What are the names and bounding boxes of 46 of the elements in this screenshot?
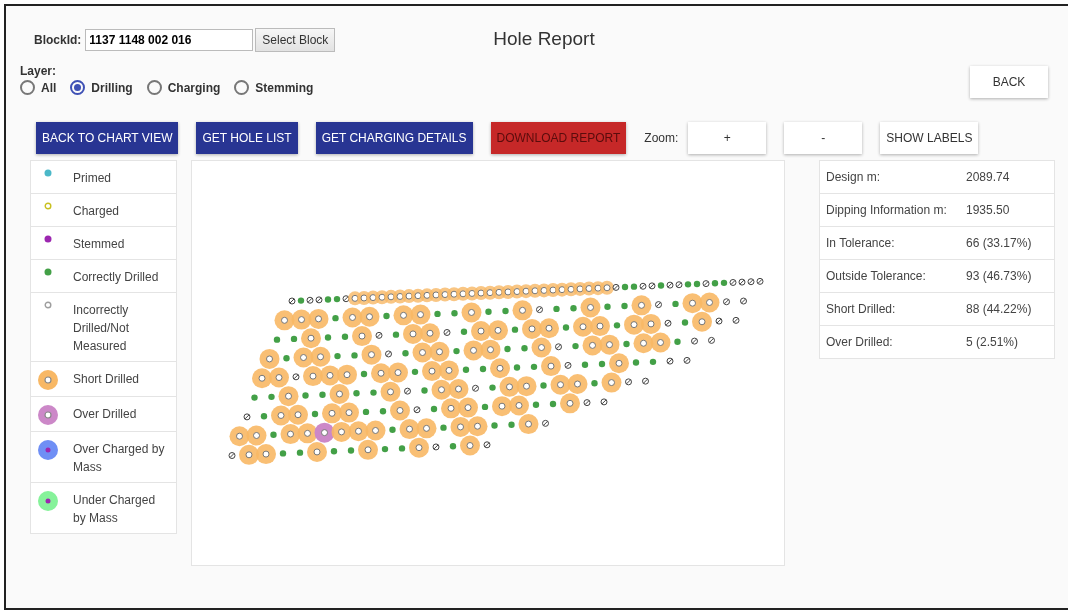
legend-label: Short Drilled [73, 371, 140, 388]
legend-label: Stemmed [73, 236, 125, 253]
radio-icon[interactable] [70, 80, 86, 95]
toolbar-button[interactable]: GET CHARGING DETAILS [315, 122, 473, 154]
radio-icon[interactable] [234, 80, 250, 95]
stat-value: 5 (2.51%) [966, 335, 1020, 349]
stat-label: Dipping Information m: [826, 203, 948, 217]
legend-label: Under Charged by Mass [73, 492, 157, 527]
layer-radio[interactable]: Charging [146, 80, 221, 95]
toolbar-button[interactable]: BACK TO CHART VIEW [36, 122, 179, 154]
stat-label: In Tolerance: [826, 236, 896, 250]
stat-value: 88 (44.22%) [966, 302, 1033, 316]
stat-value: 2089.74 [966, 170, 1011, 184]
layer-radio[interactable]: Stemming [234, 80, 314, 95]
stat-label: Short Drilled: [826, 302, 897, 316]
stat-label: Design m: [826, 170, 882, 184]
layer-label: Layer: [20, 64, 58, 78]
toolbar-button[interactable]: GET HOLE LIST [196, 122, 298, 154]
radio-label: Drilling [91, 80, 133, 95]
layer-radio[interactable]: All [20, 80, 57, 95]
block-id-label: BlockId: [34, 33, 82, 47]
legend-label: Primed [73, 170, 111, 187]
legend-label: Incorrectly Drilled/Not Measured [73, 302, 130, 355]
stat-label: Over Drilled: [826, 335, 894, 349]
page-title: Hole Report [493, 28, 595, 50]
radio-icon[interactable] [146, 80, 162, 95]
legend-label: Correctly Drilled [73, 269, 159, 286]
radio-icon[interactable] [20, 80, 35, 95]
stat-value: 1935.50 [966, 203, 1011, 217]
stat-value: 93 (46.73%) [966, 269, 1033, 283]
legend-label: Charged [73, 203, 120, 220]
legend-label: Over Drilled [73, 406, 137, 423]
select-block-button[interactable]: Select Block [255, 28, 336, 52]
legend-label: Over Charged by Mass [73, 441, 166, 476]
radio-label: Charging [167, 80, 221, 95]
zoom-button[interactable]: + [688, 122, 767, 154]
zoom-button[interactable]: - [784, 122, 863, 154]
radio-label: Stemming [255, 80, 314, 95]
back-button[interactable]: BACK [970, 66, 1048, 98]
block-id-field[interactable]: 1137 1148 002 016 [85, 29, 254, 51]
radio-label: All [41, 80, 57, 95]
zoom-button[interactable]: SHOW LABELS [880, 122, 979, 154]
layer-radio[interactable]: Drilling [70, 80, 133, 95]
zoom-label: Zoom: [644, 131, 679, 145]
stat-value: 66 (33.17%) [966, 236, 1033, 250]
stat-label: Outside Tolerance: [826, 269, 927, 283]
